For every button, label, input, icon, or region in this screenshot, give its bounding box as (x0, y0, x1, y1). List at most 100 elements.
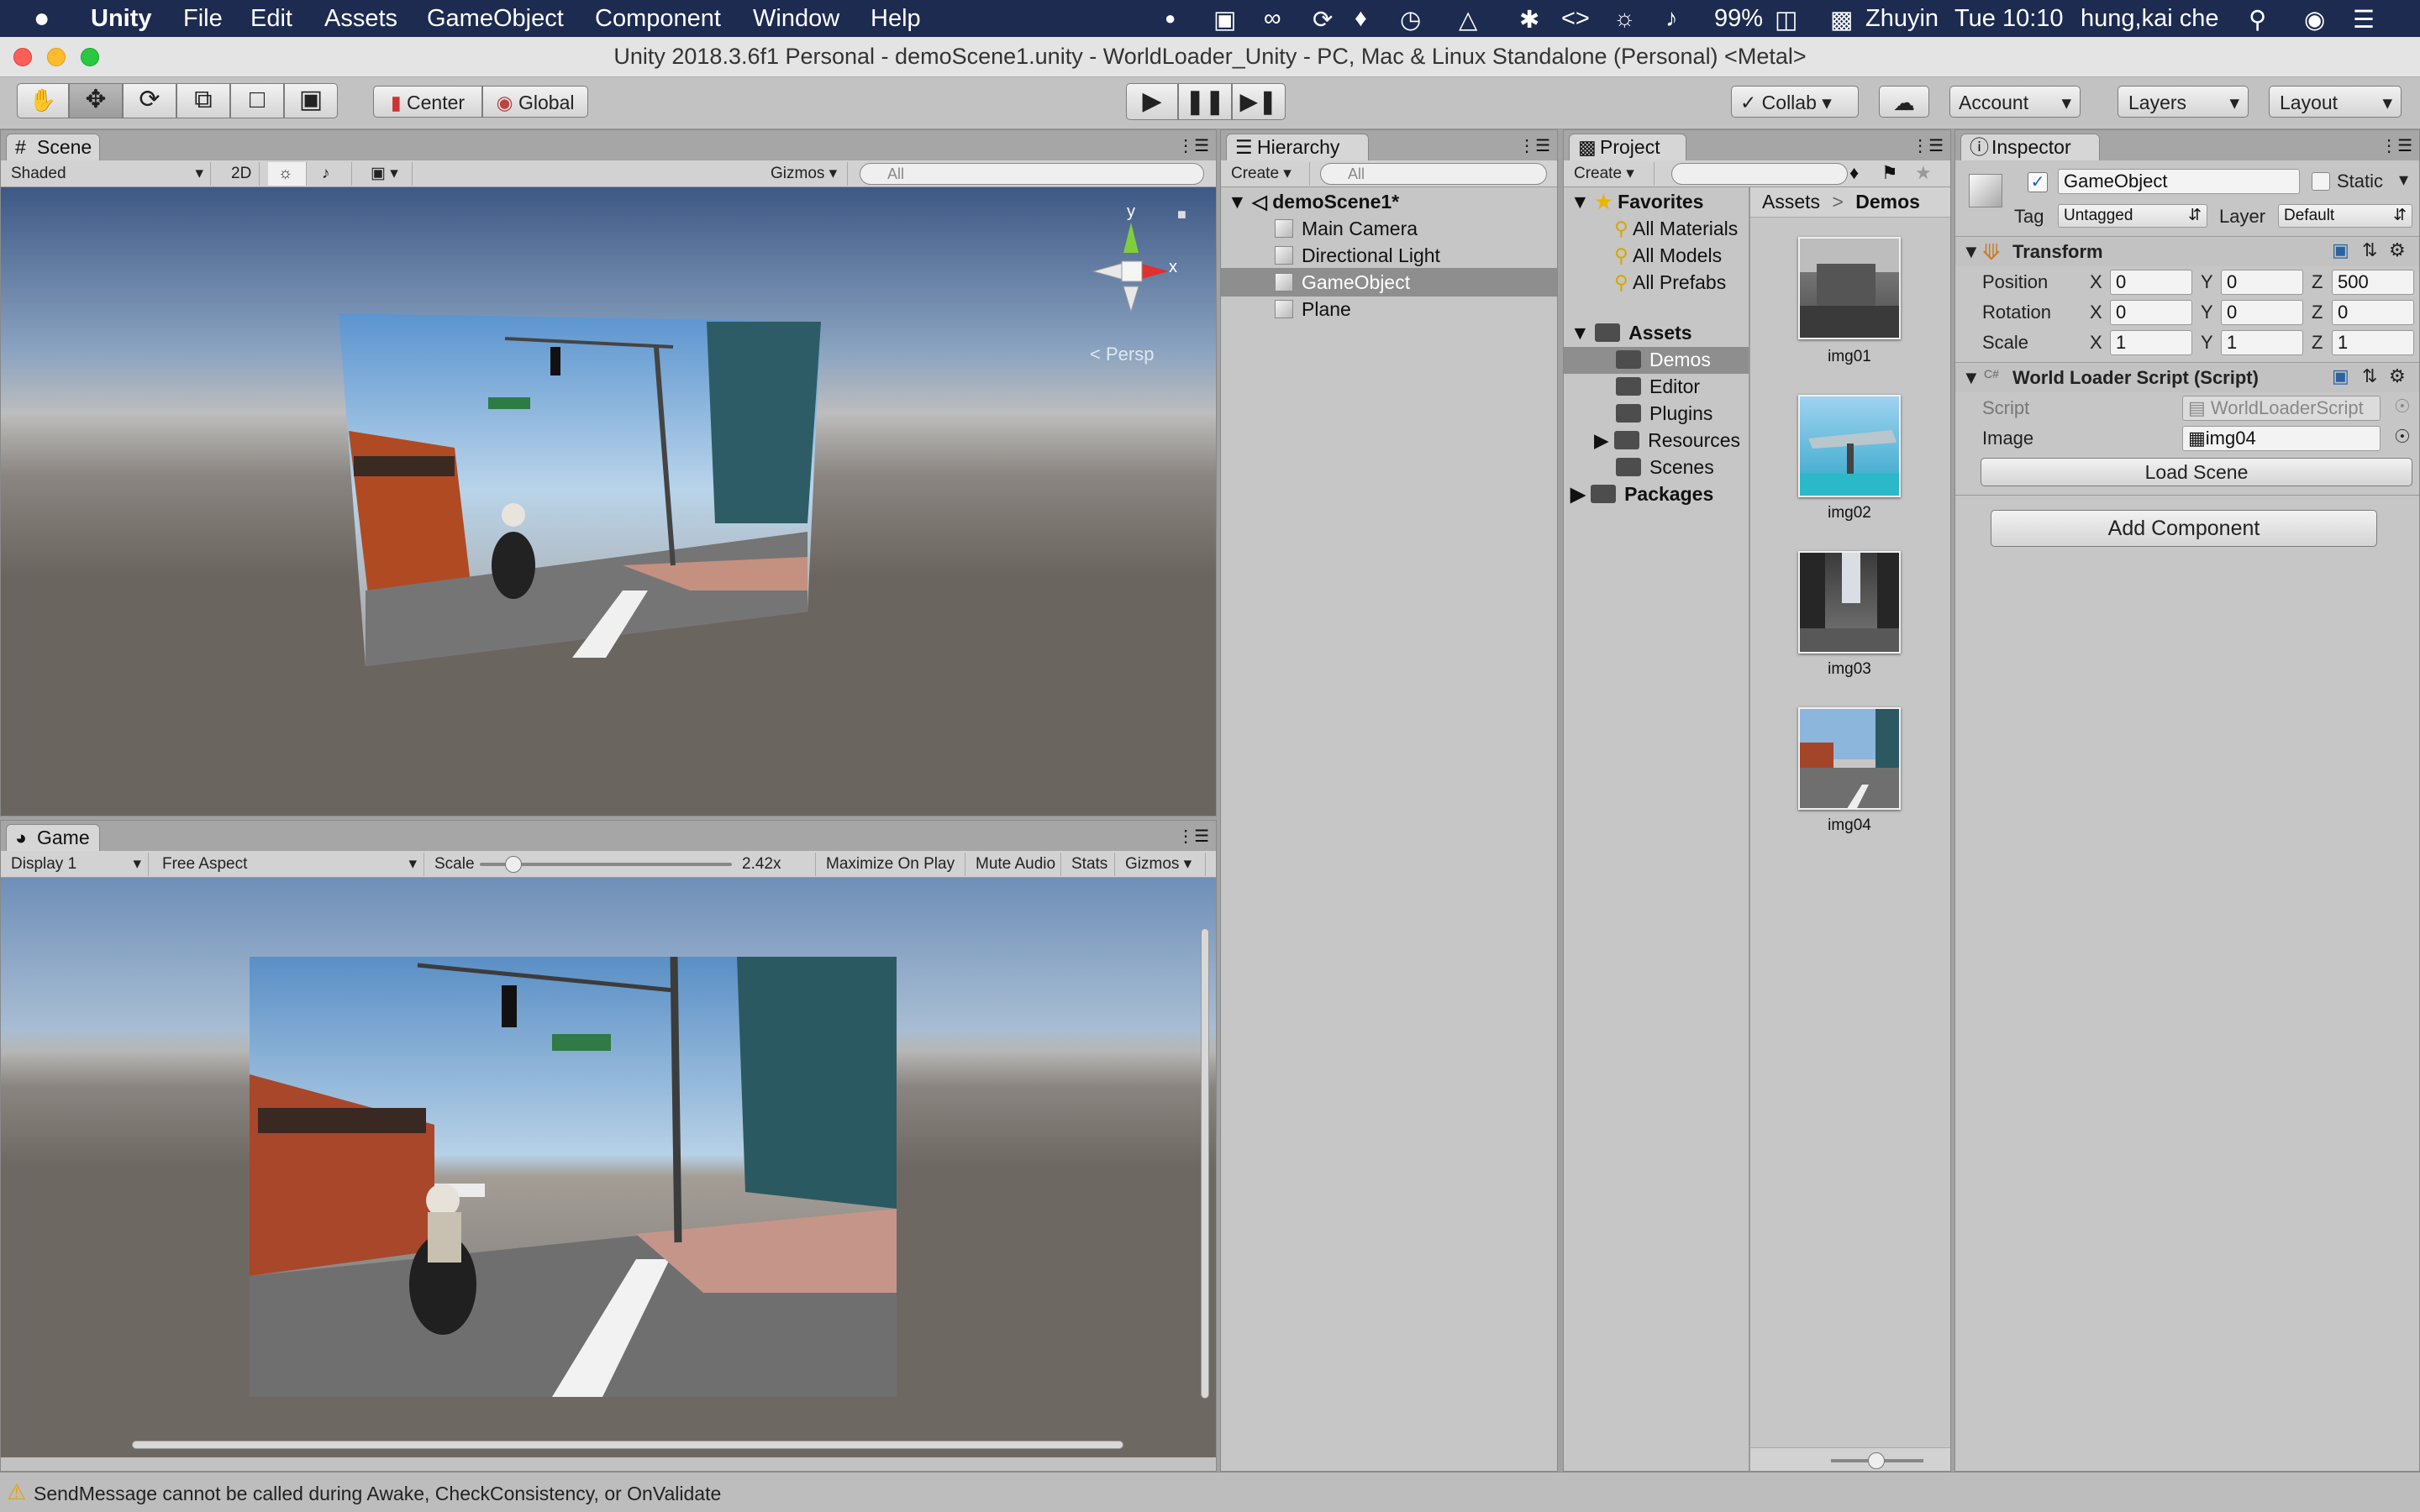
hierarchy-item-gameobject[interactable]: GameObject (1275, 271, 1410, 294)
panel-menu-icon[interactable]: ⋮☰ (1177, 135, 1209, 156)
hierarchy-item-directional-light[interactable]: Directional Light (1275, 244, 1440, 267)
scene-image-plane[interactable] (337, 313, 833, 700)
thumbnail-size-slider-thumb[interactable] (1868, 1452, 1885, 1469)
time-machine-icon[interactable]: ◷ (1400, 5, 1421, 34)
settings-gear-icon[interactable]: ⚙ (2389, 365, 2406, 387)
thumbnail-img03[interactable] (1798, 551, 1901, 654)
zoom-window-button[interactable] (81, 48, 99, 66)
display-dropdown[interactable]: Display 1 ▾ (1, 853, 149, 876)
menu-edit[interactable]: Edit (250, 5, 292, 33)
static-checkbox[interactable] (2312, 172, 2330, 191)
hierarchy-create-dropdown[interactable]: Create ▾ (1221, 162, 1310, 186)
scale-slider-thumb[interactable] (505, 856, 522, 873)
transform-header[interactable]: ▼ ⟱ Transform ▣ ⇅ ⚙ (1955, 238, 2419, 266)
menu-help[interactable]: Help (871, 5, 921, 33)
scene-orientation-gizmo[interactable]: y x (1085, 202, 1177, 313)
bluetooth-icon[interactable]: ✱ (1519, 5, 1539, 34)
help-icon[interactable]: ▣ (2332, 239, 2349, 261)
star-icon[interactable]: ★ (1915, 162, 1932, 184)
battery-icon[interactable]: ◫ (1775, 5, 1797, 34)
favorite-all-models[interactable]: ⚲ All Models (1614, 244, 1722, 267)
rotation-x-field[interactable]: 0 (2110, 300, 2192, 325)
thumbnail-img01[interactable] (1798, 237, 1901, 339)
tab-scene[interactable]: # Scene (6, 134, 100, 160)
lighting-toggle[interactable]: ☼ (268, 162, 307, 186)
folder-resources[interactable]: ▶ Resources (1594, 429, 1740, 452)
menu-gameobject[interactable]: GameObject (427, 5, 564, 33)
gizmo-lock-icon[interactable]: ■ (1177, 206, 1186, 223)
load-scene-button[interactable]: Load Scene (1981, 458, 2412, 486)
menu-window[interactable]: Window (753, 5, 839, 33)
audio-toggle[interactable]: ♪ (312, 162, 352, 186)
transform-tool-button[interactable]: ▣ (284, 83, 338, 118)
scene-search-input[interactable]: All (860, 163, 1204, 185)
scene-viewport[interactable]: y x ■ < Persp (1, 187, 1216, 816)
thumbnail-img04[interactable] (1798, 707, 1901, 810)
tab-game[interactable]: ◕ Game (6, 824, 100, 851)
logitech-icon[interactable]: ⟳ (1313, 5, 1333, 34)
scale-y-field[interactable]: 1 (2221, 330, 2303, 355)
apple-icon[interactable]: ● (34, 3, 50, 34)
maximize-on-play-toggle[interactable]: Maximize On Play (816, 853, 965, 876)
object-picker-icon[interactable]: ☉ (2394, 426, 2411, 448)
game-vertical-scrollbar[interactable] (1201, 928, 1209, 1399)
evernote-icon[interactable]: ♦ (1355, 5, 1367, 33)
inspector-menu-icon[interactable]: ⋮☰ (2381, 135, 2412, 156)
object-name-field[interactable]: GameObject (2058, 169, 2300, 194)
projection-label[interactable]: < Persp (1090, 344, 1154, 365)
airplay-icon[interactable]: △ (1459, 5, 1477, 34)
step-button[interactable]: ▶❚ (1232, 83, 1286, 120)
add-component-button[interactable]: Add Component (1991, 510, 2377, 547)
active-checkbox[interactable]: ✓ (2028, 172, 2048, 192)
folder-scenes[interactable]: Scenes (1616, 456, 1714, 479)
favorite-all-prefabs[interactable]: ⚲ All Prefabs (1614, 271, 1726, 294)
user-menu[interactable]: hung,kai che (2081, 5, 2218, 33)
image-reference-field[interactable]: ▦img04 (2182, 426, 2381, 451)
gizmos-dropdown[interactable]: Gizmos ▾ (760, 162, 848, 186)
settings-gear-icon[interactable]: ⚙ (2389, 239, 2406, 261)
preset-icon[interactable]: ⇅ (2362, 239, 2377, 261)
game-horizontal-scrollbar[interactable] (132, 1441, 1123, 1449)
thumbnail-img02[interactable] (1798, 395, 1901, 497)
pause-button[interactable]: ❚❚ (1178, 83, 1232, 120)
toggle-2d-button[interactable]: 2D (221, 162, 260, 186)
position-z-field[interactable]: 500 (2332, 270, 2414, 295)
folder-demos[interactable]: Demos (1616, 349, 1711, 371)
hand-tool-button[interactable]: ✋ (17, 83, 69, 118)
layer-dropdown[interactable]: Default ⇵ (2278, 204, 2412, 228)
favorite-all-materials[interactable]: ⚲ All Materials (1614, 218, 1738, 240)
layers-dropdown[interactable]: Layers ▾ (2118, 86, 2249, 118)
rotation-z-field[interactable]: 0 (2332, 300, 2414, 325)
mute-audio-toggle[interactable]: Mute Audio (965, 853, 1061, 876)
spotlight-icon[interactable]: ⚲ (2249, 5, 2266, 34)
game-gizmos-dropdown[interactable]: Gizmos ▾ (1115, 853, 1206, 876)
filter-type-icon[interactable]: ♦ (1849, 162, 1859, 184)
breadcrumb-demos[interactable]: Demos (1855, 191, 1920, 213)
game-viewport[interactable] (1, 878, 1216, 1457)
rotate-tool-button[interactable]: ⟳ (123, 83, 176, 118)
hierarchy-item-main-camera[interactable]: Main Camera (1275, 218, 1418, 240)
object-picker-icon[interactable]: ☉ (2394, 396, 2411, 417)
code-icon[interactable]: <> (1561, 5, 1590, 33)
volume-icon[interactable]: ♪ (1665, 5, 1678, 33)
filter-label-icon[interactable]: ⚑ (1881, 162, 1898, 184)
project-menu-icon[interactable]: ⋮☰ (1912, 135, 1944, 156)
scene-root[interactable]: ▼ ◁ demoScene1* (1228, 191, 1399, 213)
hierarchy-search-input[interactable]: All (1320, 163, 1547, 185)
cloud-button[interactable]: ☁ (1879, 86, 1929, 118)
position-y-field[interactable]: 0 (2221, 270, 2303, 295)
play-button[interactable]: ▶ (1126, 83, 1178, 120)
project-create-dropdown[interactable]: Create ▾ (1564, 162, 1655, 186)
scale-z-field[interactable]: 1 (2332, 330, 2414, 355)
static-dropdown-arrow-icon[interactable]: ▾ (2399, 169, 2408, 191)
shading-dropdown[interactable]: Shaded ▾ (1, 162, 211, 186)
favorites-folder[interactable]: ▼ ★ Favorites (1570, 191, 1703, 213)
status-bar[interactable]: ⚠ SendMessage cannot be called during Aw… (0, 1472, 2420, 1512)
menu-file[interactable]: File (183, 5, 223, 33)
menu-assets[interactable]: Assets (324, 5, 397, 33)
project-search-input[interactable] (1671, 163, 1848, 185)
collab-dropdown[interactable]: ✓ Collab ▾ (1731, 86, 1859, 118)
rect-tool-button[interactable]: □ (230, 83, 284, 118)
project-split-divider[interactable] (1749, 187, 1750, 1471)
space-toggle[interactable]: ◉ Global (482, 86, 588, 118)
